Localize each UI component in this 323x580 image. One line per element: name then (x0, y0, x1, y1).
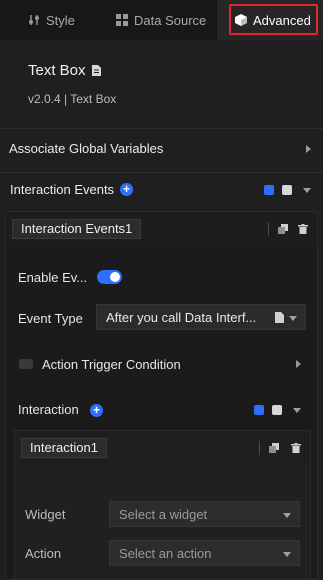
tab-data-source[interactable]: Data Source (116, 0, 206, 40)
interaction-title: Interaction1 (21, 438, 107, 458)
chevron-right-icon[interactable] (296, 360, 301, 368)
chevron-down-icon (283, 513, 291, 518)
interaction-event-title: Interaction Events1 (12, 219, 142, 239)
interaction-events-label: Interaction Events (10, 182, 115, 197)
tab-advanced[interactable]: Advanced (217, 0, 323, 40)
copy-icon[interactable] (278, 224, 288, 234)
action-trigger-toggle[interactable] (19, 359, 33, 369)
widget-select[interactable]: Select a widget (109, 501, 300, 527)
action-label: Action (25, 546, 62, 561)
delete-icon[interactable] (298, 224, 308, 234)
interaction-panel: Interaction1 Widget Select a widget Acti… (14, 430, 311, 580)
interaction-header: Interaction1 (15, 431, 310, 465)
chevron-right-icon (306, 144, 311, 153)
event-type-select[interactable]: After you call Data Interf... (96, 304, 306, 330)
tab-style[interactable]: Style (28, 0, 75, 40)
action-select-placeholder: Select an action (119, 545, 212, 561)
tab-bar: Style Data Source Advanced (0, 0, 323, 40)
expand-all-icon[interactable] (264, 185, 274, 195)
add-event-icon[interactable]: + (120, 183, 134, 196)
cube-icon (235, 14, 247, 26)
chevron-down-icon (289, 316, 297, 321)
tab-style-label: Style (46, 12, 75, 28)
collapse-all-icon[interactable] (272, 405, 282, 415)
widget-title: Text Box (28, 62, 101, 79)
document-icon[interactable] (91, 65, 101, 76)
delete-icon[interactable] (291, 443, 301, 453)
associate-global-variables-row[interactable]: Associate Global Variables (0, 128, 323, 168)
widget-label: Widget (25, 507, 66, 522)
add-interaction-icon[interactable]: + (90, 404, 103, 417)
widget-title-text: Text Box (28, 62, 86, 79)
tab-data-source-label: Data Source (134, 12, 207, 28)
interaction-label: Interaction (18, 402, 79, 417)
event-type-value: After you call Data Interf... (106, 309, 257, 325)
collapse-all-icon[interactable] (282, 185, 292, 195)
enable-event-toggle[interactable] (97, 270, 122, 284)
toggle-knob (110, 272, 120, 282)
chevron-down-icon[interactable] (293, 408, 301, 413)
copy-icon[interactable] (269, 443, 279, 453)
divider (259, 441, 260, 455)
interaction-event-panel: Interaction Events1 Enable Ev... Event T… (5, 211, 318, 580)
enable-event-label: Enable Ev... (18, 270, 88, 285)
chevron-down-icon (283, 552, 291, 557)
associate-global-variables-label: Associate Global Variables (9, 141, 164, 156)
sliders-icon (29, 15, 39, 25)
divider (268, 222, 269, 236)
chevron-down-icon[interactable] (303, 188, 311, 193)
action-trigger-label: Action Trigger Condition (42, 357, 181, 372)
expand-all-icon[interactable] (254, 405, 264, 415)
action-select[interactable]: Select an action (109, 540, 300, 566)
grid-icon (116, 14, 128, 26)
tab-advanced-label: Advanced (253, 12, 311, 28)
widget-select-placeholder: Select a widget (119, 506, 208, 522)
event-type-label: Event Type (18, 311, 83, 326)
widget-version: v2.0.4 | Text Box (28, 92, 117, 106)
interaction-event-header: Interaction Events1 (6, 212, 317, 246)
interaction-events-header: Interaction Events + (0, 172, 323, 206)
document-icon (275, 312, 284, 323)
